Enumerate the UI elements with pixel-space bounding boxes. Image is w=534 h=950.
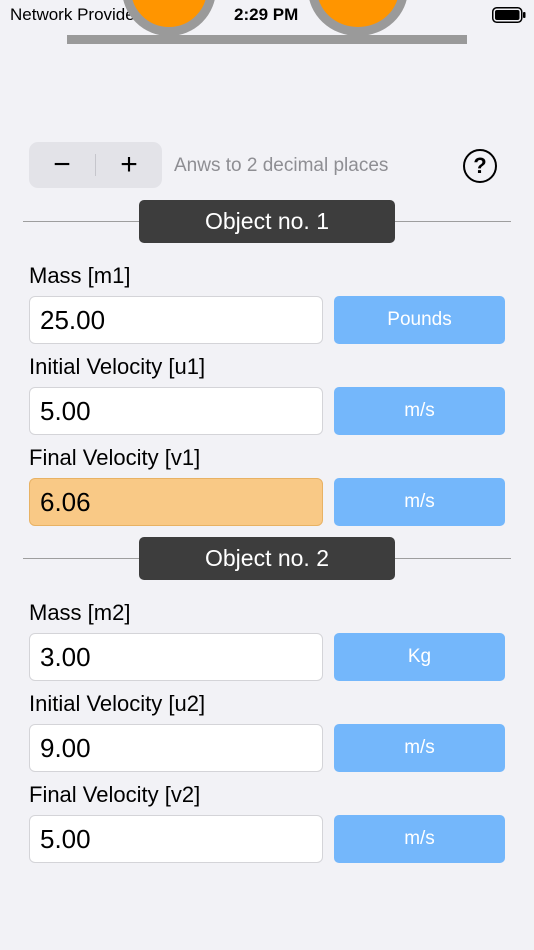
increment-button[interactable]: + [96, 142, 162, 188]
mass1-input[interactable]: 25.00 [29, 296, 323, 344]
initial-velocity2-input[interactable]: 9.00 [29, 724, 323, 772]
final-velocity1-result[interactable]: 6.06 [29, 478, 323, 526]
final-velocity2-label: Final Velocity [v2] [29, 782, 201, 807]
final-velocity1-unit-button[interactable]: m/s [334, 478, 505, 526]
track-illustration [67, 35, 467, 44]
final-velocity2-unit-button[interactable]: m/s [334, 815, 505, 863]
mass2-input[interactable]: 3.00 [29, 633, 323, 681]
initial-velocity1-label: Initial Velocity [u1] [29, 354, 206, 379]
carrier-name: Network Provider [10, 5, 141, 24]
ball-left-illustration [122, 0, 216, 36]
question-circle-icon: ? [473, 153, 487, 178]
help-button[interactable]: ? [463, 149, 497, 183]
ball-right-illustration [308, 0, 408, 36]
battery-icon [492, 7, 526, 23]
object1-section-title: Object no. 1 [139, 200, 395, 243]
clock-time: 2:29 PM [234, 5, 299, 24]
precision-stepper: − + [29, 142, 162, 188]
mass1-label: Mass [m1] [29, 263, 131, 288]
initial-velocity1-unit-button[interactable]: m/s [334, 387, 505, 435]
mass2-label: Mass [m2] [29, 600, 131, 625]
precision-label: Anws to 2 decimal places [174, 155, 389, 176]
object2-section-title: Object no. 2 [139, 537, 395, 580]
decrement-button[interactable]: − [29, 142, 95, 188]
final-velocity1-label: Final Velocity [v1] [29, 445, 201, 470]
initial-velocity1-input[interactable]: 5.00 [29, 387, 323, 435]
mass2-unit-button[interactable]: Kg [334, 633, 505, 681]
mass1-unit-button[interactable]: Pounds [334, 296, 505, 344]
final-velocity2-input[interactable]: 5.00 [29, 815, 323, 863]
initial-velocity2-unit-button[interactable]: m/s [334, 724, 505, 772]
initial-velocity2-label: Initial Velocity [u2] [29, 691, 206, 716]
